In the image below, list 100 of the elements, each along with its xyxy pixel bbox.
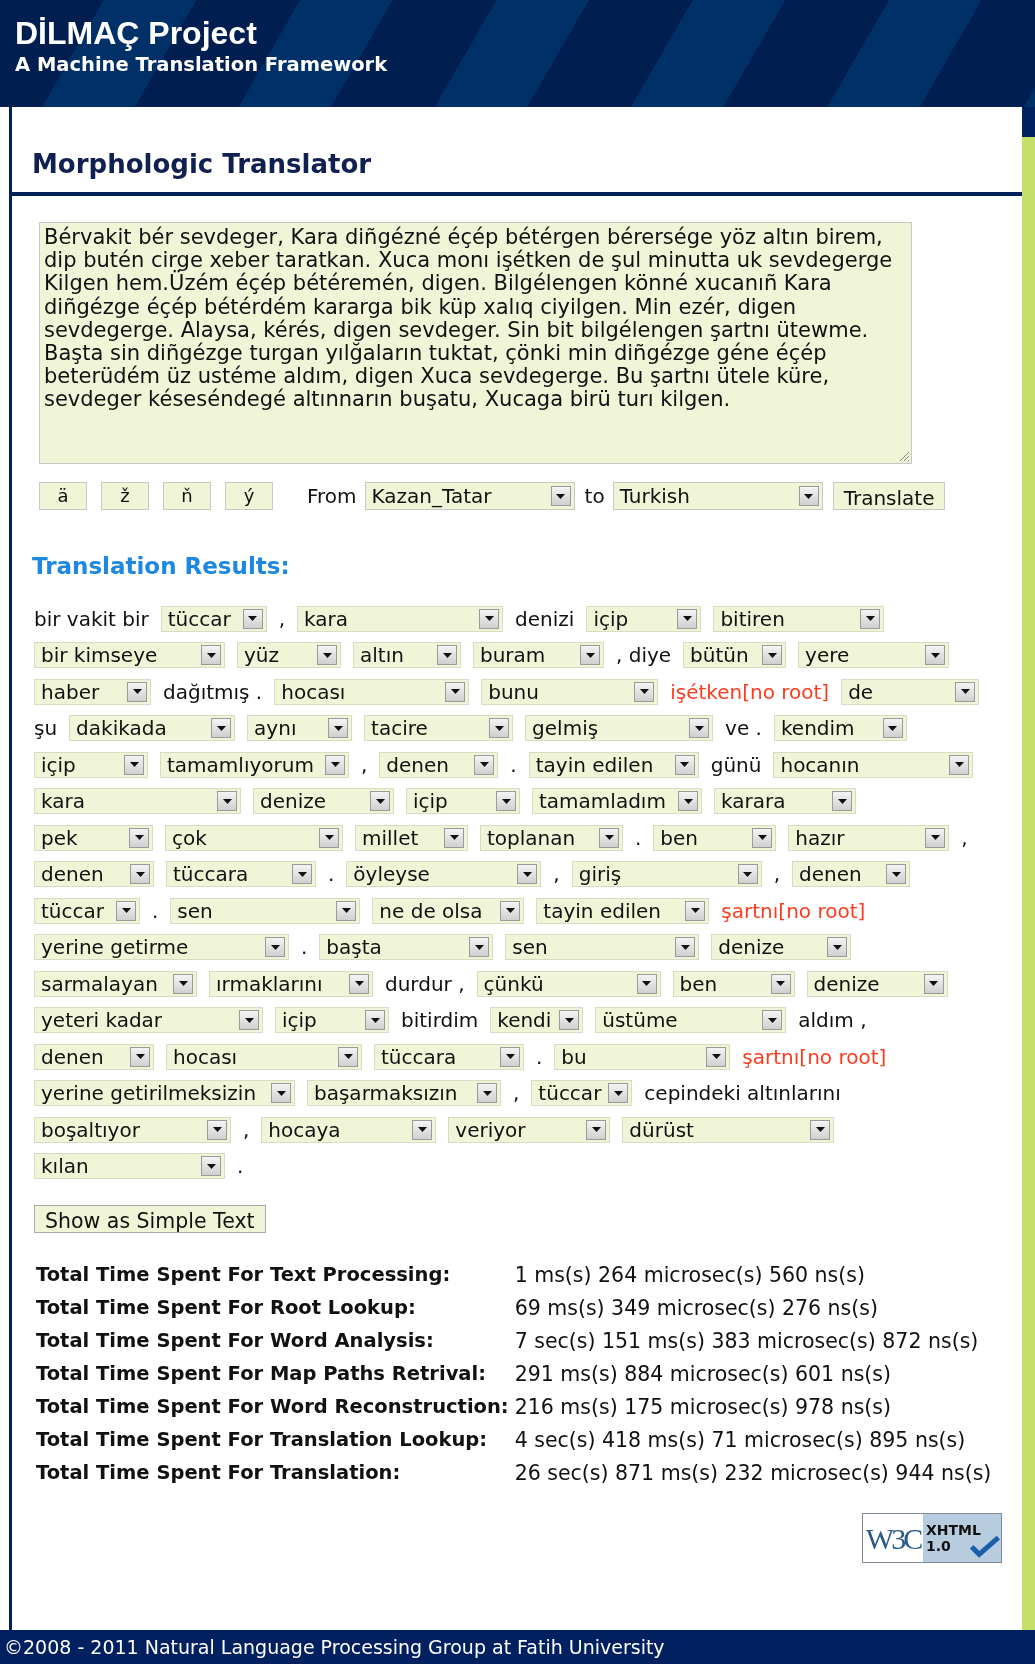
- footer: ©2008 - 2011 Natural Language Processing Group at Fatih University: [0, 1630, 1035, 1664]
- no-root-word: şartnı[no root]: [742, 1043, 887, 1071]
- word-dropdown[interactable]: buram: [473, 642, 604, 668]
- translated-word: bitirdim: [401, 1007, 479, 1034]
- timing-label: Total Time Spent For Translation:: [36, 1461, 402, 1485]
- timing-label: Total Time Spent For Translation Lookup:: [36, 1428, 489, 1452]
- word-dropdown[interactable]: pek: [34, 824, 153, 851]
- word-dropdown[interactable]: dürüst: [622, 1116, 835, 1143]
- translate-button[interactable]: Translate: [832, 482, 946, 510]
- word-dropdown[interactable]: haber: [34, 678, 151, 705]
- word-dropdown[interactable]: hocası: [274, 678, 470, 705]
- word-dropdown[interactable]: başta: [319, 934, 494, 960]
- word-dropdown[interactable]: tüccar: [34, 897, 140, 924]
- resize-grip-icon[interactable]: [898, 450, 910, 462]
- word-dropdown[interactable]: tüccar: [531, 1080, 633, 1106]
- word-dropdown[interactable]: öyleyse: [346, 861, 542, 887]
- checkmark-icon: [970, 1534, 1000, 1558]
- character-button[interactable]: ä: [39, 482, 87, 510]
- translated-word: durdur ,: [385, 970, 465, 998]
- from-label: From: [307, 483, 357, 510]
- word-dropdown[interactable]: gelmiş: [525, 715, 714, 741]
- word-dropdown[interactable]: bir kimseye: [34, 642, 225, 668]
- timing-label: Total Time Spent For Root Lookup:: [36, 1296, 417, 1320]
- word-dropdown[interactable]: içip: [586, 605, 702, 632]
- word-dropdown[interactable]: denen: [34, 861, 154, 887]
- word-dropdown[interactable]: tayin edilen: [528, 751, 699, 778]
- word-dropdown[interactable]: millet: [355, 824, 468, 851]
- word-dropdown[interactable]: kara: [34, 788, 241, 814]
- word-dropdown[interactable]: hocası: [166, 1043, 362, 1070]
- word-dropdown[interactable]: tacire: [364, 715, 514, 741]
- word-dropdown[interactable]: denen: [792, 861, 911, 887]
- word-dropdown[interactable]: yeteri kadar: [34, 1007, 263, 1033]
- character-button[interactable]: ň: [163, 482, 211, 510]
- word-dropdown[interactable]: tamamlıyorum: [160, 751, 349, 778]
- word-dropdown[interactable]: tayin edilen: [536, 897, 710, 924]
- word-dropdown[interactable]: altın: [353, 642, 461, 668]
- word-dropdown[interactable]: tüccara: [166, 861, 316, 887]
- word-dropdown[interactable]: yerine getirme: [34, 934, 289, 960]
- translated-word: cepindeki altınlarını: [644, 1080, 841, 1107]
- word-dropdown[interactable]: boşaltıyor: [34, 1116, 231, 1143]
- word-dropdown[interactable]: çünkü: [476, 970, 661, 997]
- word-dropdown[interactable]: kara: [297, 605, 504, 632]
- word-dropdown[interactable]: kılan: [34, 1153, 225, 1179]
- word-dropdown[interactable]: içip: [275, 1007, 389, 1033]
- no-root-word: şartnı[no root]: [721, 897, 866, 925]
- word-dropdown[interactable]: hazır: [788, 824, 950, 851]
- word-dropdown[interactable]: giriş: [571, 861, 762, 887]
- target-language-dropdown[interactable]: Turkish: [612, 482, 823, 510]
- word-dropdown[interactable]: bu: [554, 1043, 731, 1070]
- word-dropdown[interactable]: dakikada: [69, 715, 236, 741]
- character-button[interactable]: ž: [101, 482, 149, 510]
- word-dropdown[interactable]: içip: [406, 788, 520, 814]
- simple-text-button[interactable]: Show as Simple Text: [34, 1205, 266, 1233]
- timing-label: Total Time Spent For Text Processing:: [36, 1263, 452, 1287]
- word-dropdown[interactable]: ben: [672, 970, 795, 997]
- word-dropdown[interactable]: yere: [798, 642, 950, 668]
- word-dropdown[interactable]: sarmalayan: [34, 970, 197, 997]
- word-dropdown[interactable]: denize: [806, 970, 948, 997]
- word-dropdown[interactable]: yerine getirilmeksizin: [34, 1080, 295, 1106]
- word-dropdown[interactable]: ne de olsa: [372, 897, 525, 924]
- timing-value: 291 ms(s) 884 microsec(s) 601 ns(s): [514, 1362, 892, 1386]
- translated-word: ,: [361, 751, 368, 779]
- word-dropdown[interactable]: aynı: [247, 715, 353, 741]
- translated-word: ,: [553, 861, 560, 888]
- word-dropdown[interactable]: veriyor: [448, 1116, 611, 1143]
- word-dropdown[interactable]: yüz: [237, 642, 341, 668]
- word-dropdown[interactable]: tamamladım: [532, 788, 702, 814]
- translated-word: .: [635, 824, 642, 852]
- word-dropdown[interactable]: hocanın: [773, 751, 974, 778]
- word-dropdown[interactable]: bunu: [481, 678, 659, 705]
- no-root-word: işétken[no root]: [670, 678, 830, 706]
- translated-word: bir vakit bir: [34, 605, 149, 633]
- word-dropdown[interactable]: denize: [253, 788, 394, 814]
- word-dropdown[interactable]: başarmaksızın: [307, 1080, 501, 1106]
- word-dropdown[interactable]: bitiren: [713, 605, 885, 632]
- word-dropdown[interactable]: denize: [711, 934, 852, 960]
- source-language-dropdown[interactable]: Kazan_Tatar: [364, 482, 575, 510]
- word-dropdown[interactable]: bütün: [683, 642, 787, 668]
- translated-word: .: [152, 897, 159, 925]
- word-dropdown[interactable]: denen: [379, 751, 499, 778]
- word-dropdown[interactable]: sen: [505, 934, 700, 960]
- word-dropdown[interactable]: üstüme: [595, 1007, 787, 1033]
- translated-word: günü: [710, 751, 762, 779]
- word-dropdown[interactable]: hocaya: [261, 1116, 437, 1143]
- word-dropdown[interactable]: tüccar: [160, 605, 267, 632]
- word-dropdown[interactable]: kendim: [773, 715, 907, 741]
- source-text-field[interactable]: Bérvakit bér sevdeger, Kara diñgézné éçép bétérgen bérersége yöz altın birem, dip butén cirge xeber taratkan. Xuca monı işétken de şul minutta uk sevdegerge Kilgen hem.Üzém éçép bétéremén, digen. Bilgélengen könné xucanıñ Kara diñgézge éçép bétérdém kararga bik küp xalıq ciyilgen. Min ezér, digen sevdegerge. Alaysa, kérés, digen sevdeger. Sin bit bilgélengen şartnı ütewme. Başta sin diñgézge turgan yılğaların tuktat, çönki min diñgézge géne éçép beterüdém üz ustéme aldım, digen Xuca sevdegerge. Bu şartnı ütele küre, sevdeger késeséndegé altınnarın buşatu, Xucaga birü turı kilgen.: [39, 222, 912, 464]
- word-dropdown[interactable]: karara: [714, 788, 856, 814]
- word-dropdown[interactable]: ırmaklarını: [209, 970, 373, 997]
- word-dropdown[interactable]: denen: [34, 1043, 154, 1070]
- character-button[interactable]: ý: [225, 482, 273, 510]
- word-dropdown[interactable]: içip: [34, 751, 148, 778]
- word-dropdown[interactable]: kendi: [490, 1007, 584, 1033]
- word-dropdown[interactable]: sen: [170, 897, 361, 924]
- word-dropdown[interactable]: toplanan: [480, 824, 623, 851]
- word-dropdown[interactable]: de: [841, 678, 980, 705]
- word-dropdown[interactable]: tüccara: [374, 1043, 524, 1070]
- word-dropdown[interactable]: çok: [165, 824, 343, 851]
- results-title: Translation Results:: [32, 552, 291, 581]
- word-dropdown[interactable]: ben: [653, 824, 777, 851]
